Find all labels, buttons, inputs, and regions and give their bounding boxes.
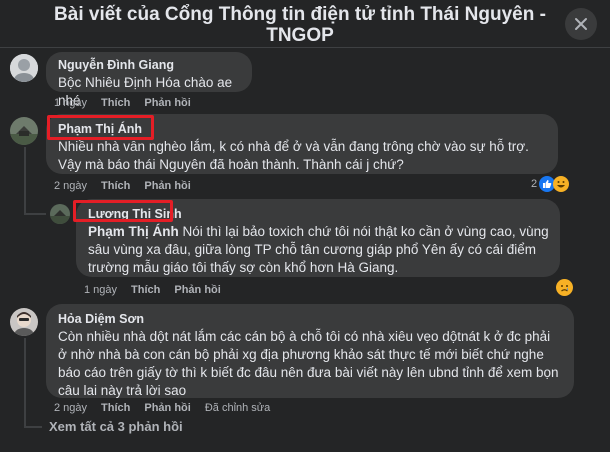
- comment-time[interactable]: 2 ngày: [54, 401, 87, 415]
- mention-link[interactable]: Phạm Thị Ánh: [88, 224, 179, 239]
- comment-time[interactable]: 1 ngày: [84, 283, 117, 297]
- avatar[interactable]: [10, 54, 38, 82]
- thread-connector: [24, 338, 26, 428]
- reaction-summary[interactable]: 2: [531, 176, 570, 192]
- comment-bubble: Nguyễn Đình Giang Bộc Nhiêu Định Hóa chà…: [46, 52, 252, 108]
- comment-time[interactable]: 2 ngày: [54, 179, 87, 193]
- reply-button[interactable]: Phản hồi: [144, 96, 190, 110]
- comment-bubble: Hỏa Diệm Sơn Còn nhiều nhà dột nát lắm c…: [46, 304, 574, 398]
- reply-button[interactable]: Phản hồi: [174, 283, 220, 297]
- comment-time[interactable]: 1 ngày: [54, 96, 87, 110]
- like-button[interactable]: Thích: [101, 96, 130, 110]
- comment-actions: 2 ngày Thích Phản hồi: [54, 179, 191, 193]
- comment-actions: 2 ngày Thích Phản hồi Đã chỉnh sửa: [54, 401, 270, 415]
- comment-text: Còn nhiều nhà dột nát lắm các cán bộ à c…: [58, 329, 559, 398]
- avatar[interactable]: [50, 204, 70, 224]
- close-icon: [575, 18, 587, 30]
- highlight-box: [73, 200, 173, 222]
- reaction-summary[interactable]: [556, 279, 573, 296]
- thread-connector: [24, 426, 42, 428]
- comment-text: Phạm Thị Ánh Nói thì lại bảo toxich chứ …: [88, 223, 550, 277]
- sad-icon: [556, 279, 573, 296]
- reply-button[interactable]: Phản hồi: [144, 401, 190, 415]
- avatar[interactable]: [10, 308, 38, 336]
- comment-author[interactable]: Hỏa Diệm Sơn: [58, 311, 144, 327]
- edited-label[interactable]: Đã chỉnh sửa: [205, 401, 270, 415]
- reaction-count: 2: [531, 178, 538, 190]
- thread-connector: [24, 213, 46, 215]
- comment-text: Nhiều nhà vẫn nghèo lắm, k có nhà để ở v…: [58, 139, 529, 172]
- like-button[interactable]: Thích: [131, 283, 160, 297]
- view-more-replies-link[interactable]: Xem tất cả 3 phản hồi: [49, 419, 183, 434]
- reply-button[interactable]: Phản hồi: [144, 179, 190, 193]
- like-button[interactable]: Thích: [101, 179, 130, 193]
- comment-actions: 1 ngày Thích Phản hồi: [84, 283, 221, 297]
- dialog-header: Bài viết của Cổng Thông tin điện tử tỉnh…: [0, 0, 610, 48]
- dialog-title: Bài viết của Cổng Thông tin điện tử tỉnh…: [54, 4, 546, 46]
- comment-actions: 1 ngày Thích Phản hồi: [54, 96, 191, 110]
- comment-author[interactable]: Nguyễn Đình Giang: [58, 57, 174, 73]
- avatar[interactable]: [10, 117, 38, 145]
- highlight-box: [47, 115, 154, 140]
- close-button[interactable]: [565, 8, 597, 40]
- like-button[interactable]: Thích: [101, 401, 130, 415]
- haha-icon: [553, 176, 570, 192]
- thread-connector: [24, 147, 26, 215]
